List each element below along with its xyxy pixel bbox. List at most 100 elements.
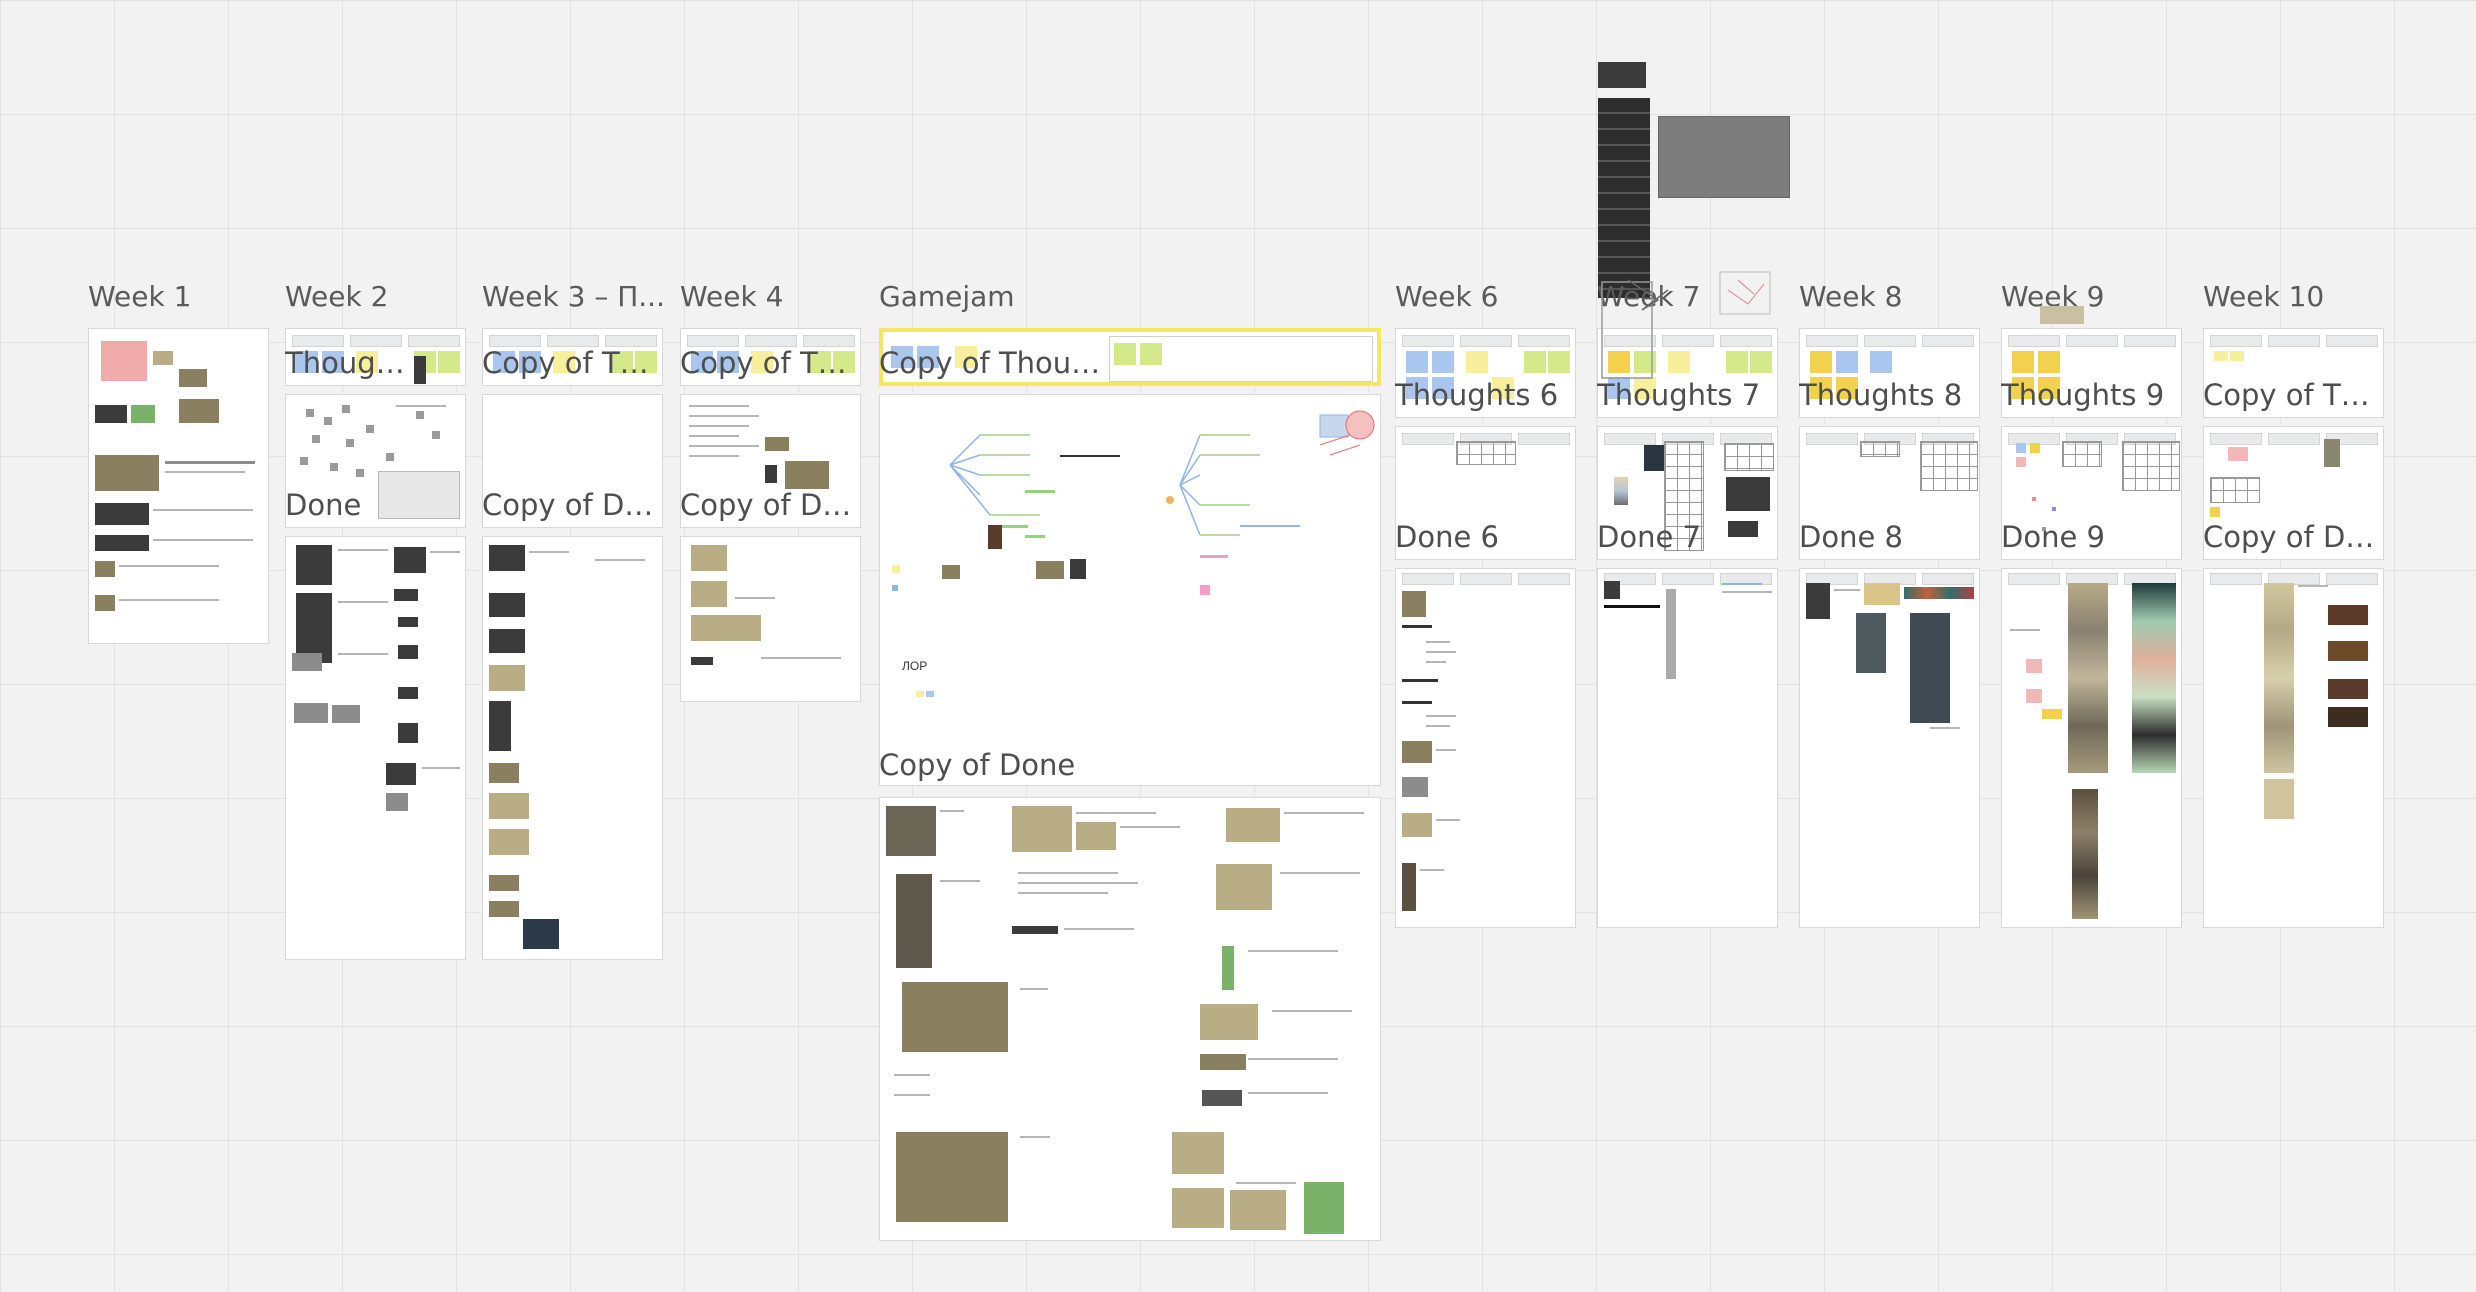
image-thumb: [386, 793, 408, 811]
column-title-week-10[interactable]: Week 10: [2203, 280, 2324, 313]
text-line: [1420, 869, 1444, 871]
column-header: [2268, 433, 2320, 445]
diagram-node: [432, 431, 440, 439]
column-title-week-6[interactable]: Week 6: [1395, 280, 1498, 313]
frame-content-week-9[interactable]: [2001, 568, 2182, 928]
frame-week-1[interactable]: [88, 328, 269, 644]
text-line: [1248, 1092, 1328, 1094]
frame-content-week-7[interactable]: [1597, 568, 1778, 928]
diagram-node: [386, 453, 394, 461]
image-thumb: [489, 593, 525, 617]
frame-content-week-8[interactable]: [1799, 568, 1980, 928]
text-line: [1930, 727, 1960, 729]
frame-label-done-week-3: Copy of Done: [482, 488, 662, 522]
text-line: [396, 405, 446, 407]
column-header: [1402, 433, 1454, 445]
diagram-node: [2052, 507, 2056, 511]
frame-label-done-week-2: Done: [285, 488, 362, 522]
text-line: [165, 461, 255, 464]
image-thumb: [1910, 613, 1950, 723]
diagram-node: [324, 417, 332, 425]
column-title-week-2[interactable]: Week 2: [285, 280, 388, 313]
column-title-gamejam[interactable]: Gamejam: [879, 280, 1015, 313]
text-line: [940, 810, 964, 812]
text-line: [1284, 812, 1364, 814]
column-title-week-3[interactable]: Week 3 – П...: [482, 280, 665, 313]
text-line: [1436, 749, 1456, 751]
image-pink-grid: [101, 341, 147, 381]
image-thumb: [1226, 808, 1280, 842]
sticky-note: [2214, 351, 2228, 361]
text-line: [940, 880, 980, 882]
image-thumb: [1856, 613, 1886, 673]
diagram-node: [356, 469, 364, 477]
column-header: [408, 335, 460, 347]
table-thumb: [1920, 441, 1978, 491]
sticky-note: [2042, 709, 2062, 719]
column-title-week-4[interactable]: Week 4: [680, 280, 783, 313]
image-thumb: [1202, 1090, 1242, 1106]
sticky-note: [1548, 351, 1570, 373]
text-line: [1426, 651, 1456, 653]
frame-content-week-6[interactable]: [1395, 568, 1576, 928]
sticky-note: [1140, 343, 1162, 365]
floating-image-panel[interactable]: [1658, 116, 1790, 198]
frame-content-week-4[interactable]: [680, 536, 861, 702]
text-line: [689, 455, 739, 457]
image-thumb: [691, 615, 761, 641]
image-thumb: [2264, 779, 2294, 819]
column-title-week-8[interactable]: Week 8: [1799, 280, 1902, 313]
image-thumb: [332, 705, 360, 723]
image-thumb: [489, 875, 519, 891]
frame-content-gamejam[interactable]: [879, 797, 1381, 1241]
image-thumb: [296, 545, 332, 585]
sticky-note: [926, 691, 934, 697]
column-header: [1922, 573, 1974, 585]
text-line: [430, 551, 460, 553]
text-line: [761, 657, 841, 659]
sticky-note: [438, 351, 460, 373]
column-header: [1662, 573, 1714, 585]
image-thumb: [153, 351, 173, 365]
frame-content-week-3[interactable]: [482, 536, 663, 960]
column-header: [1518, 433, 1570, 445]
sticky-note: [1836, 351, 1858, 373]
floating-image-strip[interactable]: [1598, 98, 1650, 298]
image-thumb: [95, 503, 149, 525]
table-thumb: [1860, 441, 1900, 457]
image-thumb: [489, 665, 525, 691]
note-lore[interactable]: ЛОР: [902, 659, 927, 673]
image-thumb: [179, 369, 207, 387]
table-thumb: [2122, 441, 2180, 491]
image-thumb: [902, 982, 1008, 1052]
floating-image-header[interactable]: [1598, 62, 1646, 88]
image-thumb: [2328, 707, 2368, 727]
text-line: [1436, 819, 1460, 821]
floating-image-week-9[interactable]: [2040, 306, 2084, 324]
sticky-note: [1114, 343, 1136, 365]
column-header: [1806, 335, 1858, 347]
image-thumb: [489, 629, 525, 653]
image-thumb: [489, 763, 519, 783]
text-line: [689, 435, 739, 437]
column-title-week-1[interactable]: Week 1: [88, 280, 191, 313]
frame-label-done-week-8: Done 8: [1799, 520, 1903, 554]
frame-content-week-10[interactable]: [2203, 568, 2384, 928]
frame-done-gamejam[interactable]: ЛОР: [879, 394, 1381, 786]
column-header: [1518, 335, 1570, 347]
image-thumb: [2328, 679, 2368, 699]
frame-label-thoughts-week-9: Thoughts 9: [2001, 378, 2165, 412]
diagram-node: [366, 425, 374, 433]
image-thumb: [1172, 1188, 1224, 1228]
image-thumb: [1614, 477, 1628, 505]
column-header: [2210, 335, 2262, 347]
sticky-note: [2016, 443, 2026, 453]
table-thumb: [2062, 441, 2102, 467]
frame-content-week-2[interactable]: [285, 536, 466, 960]
frame-label-thoughts-week-4: Copy of Tho...: [680, 346, 860, 380]
image-thumb: [1200, 1054, 1246, 1070]
sticky-note: [2026, 689, 2042, 703]
sticky-note: [2228, 447, 2248, 461]
frame-label-thoughts-week-3: Copy of Tho...: [482, 346, 662, 380]
mind-map-diagram: [892, 410, 1375, 595]
